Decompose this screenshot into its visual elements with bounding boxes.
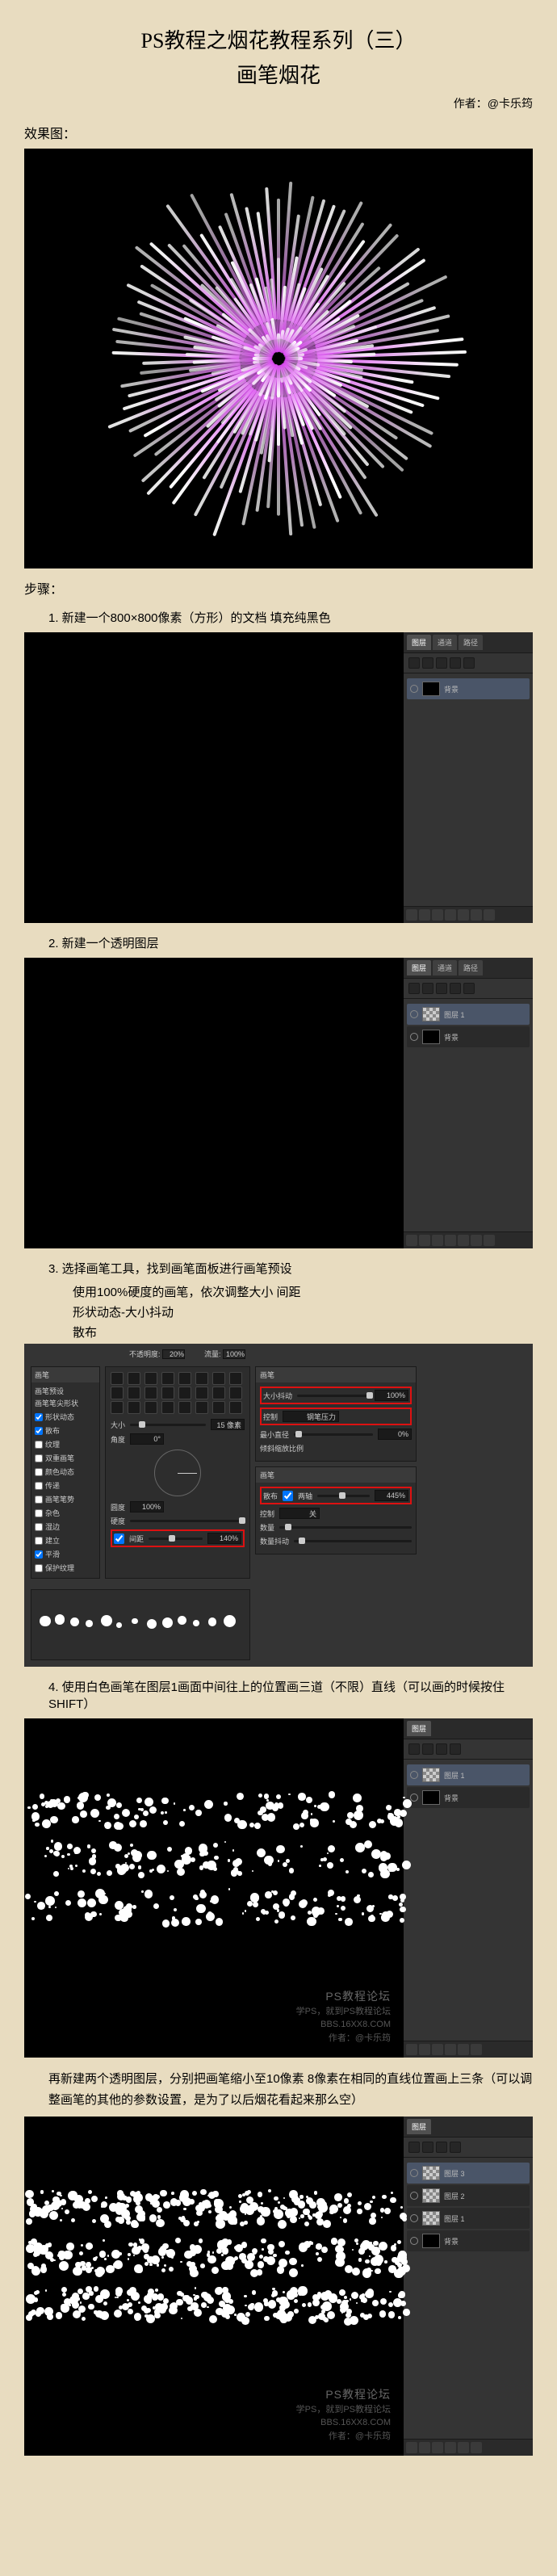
screenshot-step4: PS教程论坛学PS，就到PS教程论坛BBS.16XX8.COM作者：@卡乐筠 图…: [24, 1718, 533, 2058]
scatter-panel: 画笔 散布两轴 控制 数量 数量抖动: [255, 1466, 417, 1554]
step-2: 2. 新建一个透明图层: [24, 934, 533, 951]
jitter-input[interactable]: [375, 1390, 408, 1401]
tab-paths[interactable]: 路径: [459, 960, 483, 975]
watermark: PS教程论坛学PS，就到PS教程论坛BBS.16XX8.COM作者：@卡乐筠: [296, 1988, 391, 2045]
page-subtitle: 画笔烟花: [24, 59, 533, 89]
eye-icon[interactable]: [410, 685, 418, 693]
step-4: 4. 使用白色画笔在图层1画面中间往上的位置画三道（不限）直线（可以画的时候按住…: [24, 1678, 533, 1712]
layer-3[interactable]: 图层 3: [407, 2163, 530, 2184]
layer-bg[interactable]: 背景: [407, 2230, 530, 2251]
step-3: 3. 选择画笔工具，找到画笔面板进行画笔预设: [24, 1260, 533, 1277]
page-title: PS教程之烟花教程系列（三）: [24, 24, 533, 54]
layer-thumb: [422, 682, 440, 696]
layer-1[interactable]: 图层 1: [407, 2208, 530, 2229]
eye-icon[interactable]: [410, 1033, 418, 1041]
layer-bg[interactable]: 背景: [407, 1026, 530, 1047]
flow-input[interactable]: [223, 1349, 245, 1359]
shape-dynamics-panel: 画笔 大小抖动 控制 最小直径 倾斜缩放比例: [255, 1366, 417, 1462]
author: 作者：@卡乐筠: [24, 95, 533, 111]
brush-panel-screenshot: 不透明度: 流量: 画笔 画笔预设 画笔笔尖形状 形状动态 散布 纹理 双重画笔…: [24, 1344, 533, 1667]
layer-bg[interactable]: 背景: [407, 1787, 530, 1808]
size-input[interactable]: [211, 1419, 245, 1430]
tab-channels[interactable]: 通道: [433, 960, 457, 975]
tab-paths[interactable]: 路径: [459, 635, 483, 650]
para-5: 再新建两个透明图层，分别把画笔缩小至10像素 8像素在相同的直线位置画上三条（可…: [24, 2069, 533, 2110]
hero-effect-image: [24, 149, 533, 568]
tab-layers[interactable]: 图层: [407, 960, 431, 975]
scatter-input[interactable]: [375, 1490, 408, 1501]
step-3b: 形状动态-大小抖动: [24, 1303, 533, 1320]
size-slider[interactable]: [130, 1424, 206, 1426]
step-1: 1. 新建一个800×800像素（方形）的文档 填充纯黑色: [24, 609, 533, 626]
layer-1[interactable]: 图层 1: [407, 1004, 530, 1025]
effect-label: 效果图：: [24, 123, 533, 142]
hardness-slider[interactable]: [130, 1520, 245, 1522]
brush-thumbs[interactable]: [111, 1372, 245, 1414]
opacity-input[interactable]: [162, 1349, 185, 1359]
step-3a: 使用100%硬度的画笔，依次调整大小 间距: [24, 1283, 533, 1300]
brush-settings-list: 画笔 画笔预设 画笔笔尖形状 形状动态 散布 纹理 双重画笔 颜色动态 传递 画…: [31, 1366, 100, 1579]
tab-layers[interactable]: 图层: [407, 635, 431, 650]
jitter-slider[interactable]: [297, 1395, 370, 1397]
tab-channels[interactable]: 通道: [433, 635, 457, 650]
scatter-slider[interactable]: [317, 1495, 370, 1497]
control-select[interactable]: [283, 1411, 339, 1422]
layer-1[interactable]: 图层 1: [407, 1764, 530, 1785]
angle-input[interactable]: [130, 1433, 164, 1445]
layer-thumb: [422, 1007, 440, 1022]
screenshot-step1: 图层 通道 路径 背景: [24, 632, 533, 923]
layer-2[interactable]: 图层 2: [407, 2185, 530, 2206]
step-3c: 散布: [24, 1324, 533, 1340]
watermark: PS教程论坛学PS，就到PS教程论坛BBS.16XX8.COM作者：@卡乐筠: [296, 2386, 391, 2444]
steps-label: 步骤：: [24, 578, 533, 598]
screenshot-step2: 图层 通道 路径 图层 1 背景: [24, 958, 533, 1248]
layer-thumb: [422, 1030, 440, 1044]
brush-preview: [31, 1589, 250, 1660]
angle-dial[interactable]: [154, 1450, 201, 1496]
round-input[interactable]: [130, 1501, 164, 1512]
screenshot-step5: PS教程论坛学PS，就到PS教程论坛BBS.16XX8.COM作者：@卡乐筠 图…: [24, 2117, 533, 2456]
eye-icon[interactable]: [410, 1010, 418, 1018]
layer-bg[interactable]: 背景: [407, 678, 530, 699]
spacing-input[interactable]: [207, 1533, 241, 1544]
spacing-slider[interactable]: [149, 1538, 203, 1540]
